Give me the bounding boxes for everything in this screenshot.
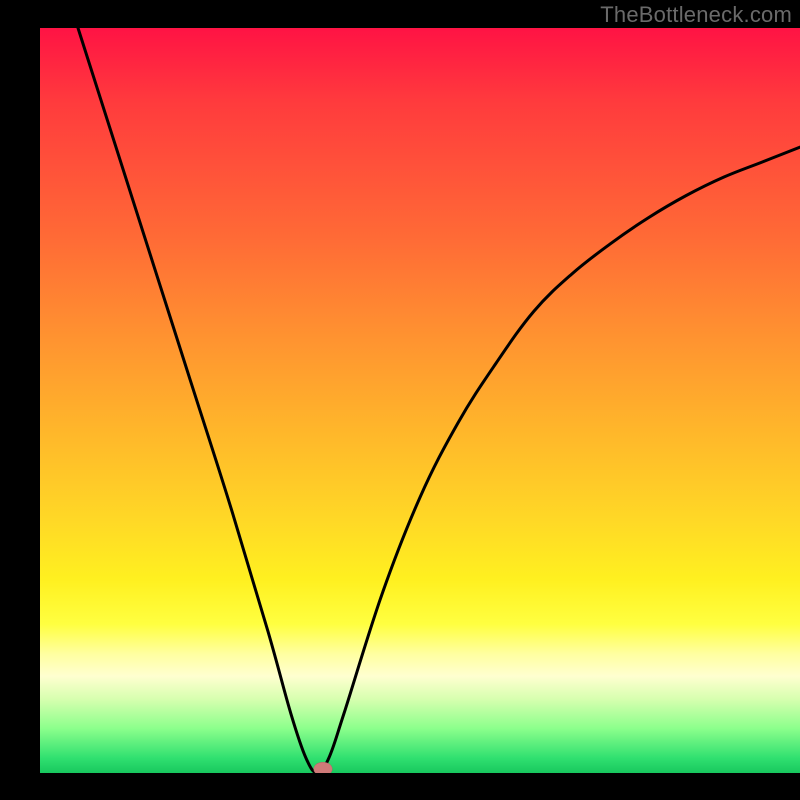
optimum-marker [313,762,332,773]
watermark-text: TheBottleneck.com [600,2,792,28]
bottleneck-curve [40,28,800,773]
plot-area [40,28,800,773]
chart-frame: TheBottleneck.com [0,0,800,800]
